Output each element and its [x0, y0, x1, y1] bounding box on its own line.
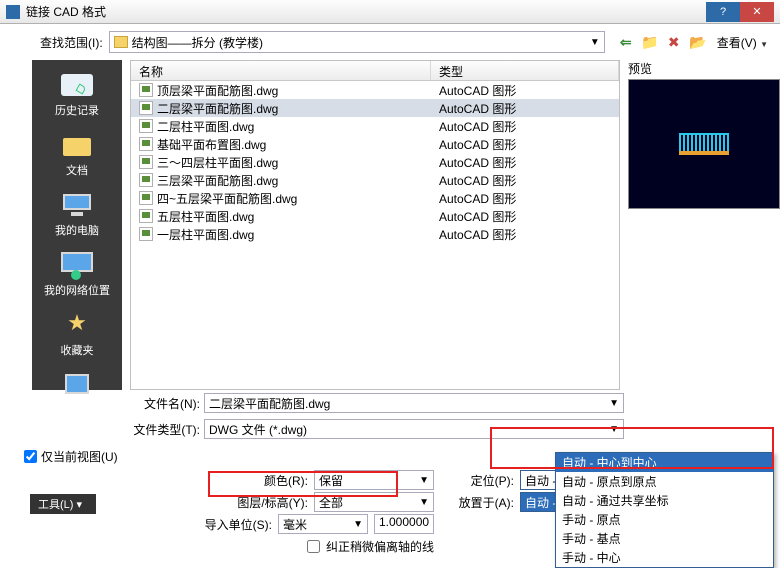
units-label: 导入单位(S): — [205, 516, 272, 533]
preview-label: 预览 — [628, 60, 772, 77]
dwg-icon — [139, 137, 153, 151]
file-type: AutoCAD 图形 — [431, 100, 619, 117]
dwg-icon — [139, 227, 153, 241]
file-type: AutoCAD 图形 — [431, 82, 619, 99]
file-list[interactable]: 名称 类型 顶层梁平面配筋图.dwgAutoCAD 图形二层梁平面配筋图.dwg… — [130, 60, 620, 390]
file-row[interactable]: 顶层梁平面配筋图.dwg AutoCAD 图形 — [131, 81, 619, 99]
file-name: 三～四层柱平面图.dwg — [157, 154, 278, 171]
network-icon — [57, 250, 97, 280]
monitor-icon — [57, 370, 97, 400]
file-name: 二层梁平面配筋图.dwg — [157, 100, 278, 117]
file-row[interactable]: 基础平面布置图.dwg AutoCAD 图形 — [131, 135, 619, 153]
dropdown-item[interactable]: 手动 - 中心 — [556, 548, 773, 567]
sidebar-item-fav[interactable]: 收藏夹 — [32, 306, 122, 366]
dwg-icon — [139, 101, 153, 115]
sidebar-item-network[interactable]: 我的网络位置 — [32, 246, 122, 306]
file-type: AutoCAD 图形 — [431, 190, 619, 207]
current-view-only-label: 仅当前视图(U) — [41, 448, 118, 465]
file-name: 四~五层梁平面配筋图.dwg — [157, 190, 297, 207]
file-type: AutoCAD 图形 — [431, 136, 619, 153]
tools-menu[interactable]: 工具(L) ▾ — [30, 494, 96, 514]
units-combo[interactable]: 毫米▼ — [278, 514, 368, 534]
filename-combo[interactable]: 二层梁平面配筋图.dwg▼ — [204, 393, 624, 413]
dwg-icon — [139, 173, 153, 187]
col-name[interactable]: 名称 — [131, 61, 431, 80]
file-type: AutoCAD 图形 — [431, 154, 619, 171]
file-name: 一层柱平面图.dwg — [157, 226, 254, 243]
layers-label: 图层/标高(Y): — [237, 494, 308, 511]
help-button[interactable]: ? — [706, 2, 740, 22]
view-menu[interactable]: 查看(V) ▼ — [717, 34, 768, 51]
file-type: AutoCAD 图形 — [431, 172, 619, 189]
file-type: AutoCAD 图形 — [431, 208, 619, 225]
sidebar-item-blank[interactable] — [32, 366, 122, 410]
position-label: 定位(P): — [458, 472, 514, 489]
computer-icon — [57, 190, 97, 220]
colors-combo[interactable]: 保留▼ — [314, 470, 434, 490]
file-type: AutoCAD 图形 — [431, 118, 619, 135]
dwg-icon — [139, 155, 153, 169]
file-name: 五层柱平面图.dwg — [157, 208, 254, 225]
file-name: 顶层梁平面配筋图.dwg — [157, 82, 278, 99]
file-row[interactable]: 五层柱平面图.dwg AutoCAD 图形 — [131, 207, 619, 225]
dropdown-item[interactable]: 自动 - 通过共享坐标 — [556, 491, 773, 510]
newfolder-icon[interactable]: 📂 — [689, 34, 707, 50]
dropdown-item[interactable]: 自动 - 中心到中心 — [556, 453, 773, 472]
back-icon[interactable]: ⇐ — [617, 34, 635, 50]
colors-label: 颜色(R): — [264, 472, 308, 489]
file-row[interactable]: 三层梁平面配筋图.dwg AutoCAD 图形 — [131, 171, 619, 189]
filetype-label: 文件类型(T): — [130, 421, 200, 438]
file-row[interactable]: 三～四层柱平面图.dwg AutoCAD 图形 — [131, 153, 619, 171]
places-sidebar: 历史记录 文档 我的电脑 我的网络位置 收藏夹 — [32, 60, 122, 390]
close-button[interactable]: ✕ — [740, 2, 774, 22]
folder-icon — [114, 36, 128, 48]
chevron-down-icon: ▼ — [590, 37, 600, 48]
file-name: 二层柱平面图.dwg — [157, 118, 254, 135]
history-icon — [57, 70, 97, 100]
correct-lines-label: 纠正稍微偏离轴的线 — [326, 538, 434, 555]
scale-field[interactable]: 1.000000 — [374, 514, 434, 534]
dwg-icon — [139, 83, 153, 97]
correct-lines-checkbox[interactable] — [307, 540, 320, 553]
dropdown-item[interactable]: 手动 - 基点 — [556, 529, 773, 548]
file-row[interactable]: 一层柱平面图.dwg AutoCAD 图形 — [131, 225, 619, 243]
folder-icon — [57, 130, 97, 160]
dropdown-item[interactable]: 自动 - 原点到原点 — [556, 472, 773, 491]
look-in-combo[interactable]: 结构图——拆分 (教学楼) ▼ — [109, 31, 605, 53]
file-name: 基础平面布置图.dwg — [157, 136, 266, 153]
app-icon — [6, 5, 20, 19]
sidebar-item-computer[interactable]: 我的电脑 — [32, 186, 122, 246]
dwg-icon — [139, 191, 153, 205]
file-row[interactable]: 四~五层梁平面配筋图.dwg AutoCAD 图形 — [131, 189, 619, 207]
star-icon — [57, 310, 97, 340]
sidebar-item-history[interactable]: 历史记录 — [32, 66, 122, 126]
file-type: AutoCAD 图形 — [431, 226, 619, 243]
current-view-only-checkbox[interactable] — [24, 450, 37, 463]
filetype-combo[interactable]: DWG 文件 (*.dwg)▼ — [204, 419, 624, 439]
file-row[interactable]: 二层梁平面配筋图.dwg AutoCAD 图形 — [131, 99, 619, 117]
up-icon[interactable]: 📁 — [641, 34, 659, 50]
file-row[interactable]: 二层柱平面图.dwg AutoCAD 图形 — [131, 117, 619, 135]
window-title: 链接 CAD 格式 — [26, 3, 706, 20]
dwg-icon — [139, 209, 153, 223]
preview-pane — [628, 79, 780, 209]
sidebar-item-docs[interactable]: 文档 — [32, 126, 122, 186]
dwg-icon — [139, 119, 153, 133]
delete-icon[interactable]: ✖ — [665, 34, 683, 50]
dropdown-item[interactable]: 手动 - 原点 — [556, 510, 773, 529]
filename-label: 文件名(N): — [130, 395, 200, 412]
look-in-label: 查找范围(I): — [40, 34, 103, 51]
layers-combo[interactable]: 全部▼ — [314, 492, 434, 512]
look-in-path: 结构图——拆分 (教学楼) — [132, 34, 263, 51]
col-type[interactable]: 类型 — [431, 61, 619, 80]
place-at-label: 放置于(A): — [458, 494, 514, 511]
file-name: 三层梁平面配筋图.dwg — [157, 172, 278, 189]
position-dropdown[interactable]: 自动 - 中心到中心自动 - 原点到原点自动 - 通过共享坐标手动 - 原点手动… — [555, 452, 774, 568]
